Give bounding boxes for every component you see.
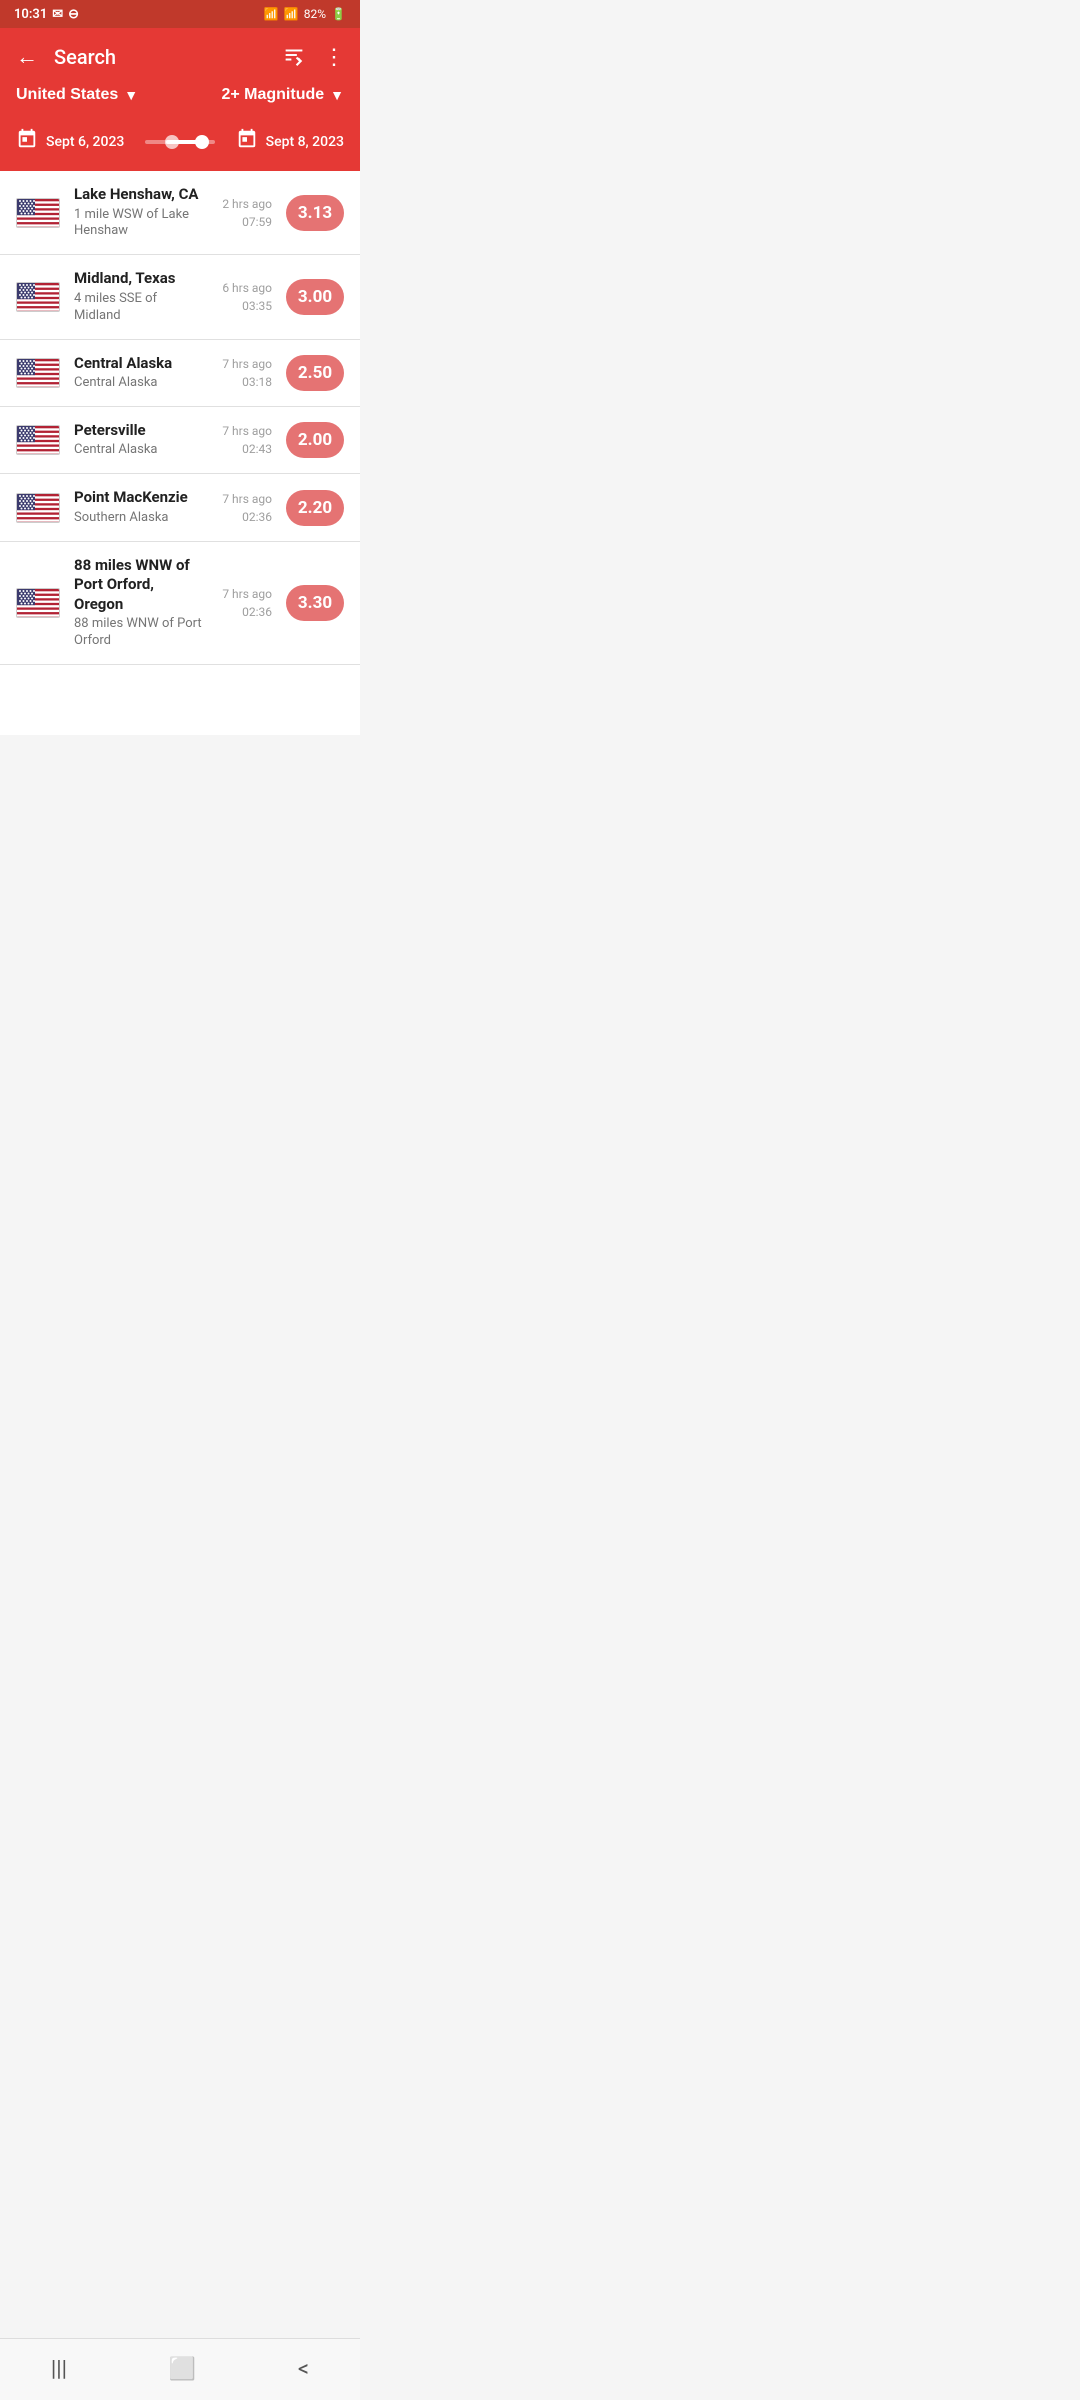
- earthquake-location: Point MacKenzie: [74, 488, 203, 508]
- list-item[interactable]: 88 miles WNW of Port Orford, Oregon 88 m…: [0, 542, 360, 665]
- earthquake-sublocation: Central Alaska: [74, 442, 203, 459]
- flag-icon: [16, 588, 60, 618]
- magnitude-filter[interactable]: 2+ Magnitude ▼: [221, 86, 344, 104]
- flag-icon: [16, 425, 60, 455]
- magnitude-badge: 3.30: [286, 585, 344, 621]
- flag-icon: [16, 358, 60, 388]
- chevron-down-icon: ▼: [330, 87, 344, 103]
- earthquake-sublocation: 4 miles SSE of Midland: [74, 291, 203, 325]
- status-time: 10:31 ✉ ⊖: [14, 7, 79, 22]
- nav-back-button[interactable]: <: [278, 2353, 329, 2386]
- earthquake-list: Lake Henshaw, CA 1 mile WSW of Lake Hens…: [0, 171, 360, 735]
- date-range-bar: Sept 6, 2023 Sept 8, 2023: [0, 118, 360, 171]
- battery-level: 82%: [304, 7, 326, 21]
- earthquake-info: Central Alaska Central Alaska: [74, 354, 203, 392]
- chevron-down-icon: ▼: [124, 87, 138, 103]
- sort-icon[interactable]: [283, 44, 305, 71]
- wifi-icon: 📶: [264, 7, 279, 21]
- status-bar: 10:31 ✉ ⊖ 📶 📶 82% 🔋: [0, 0, 360, 28]
- earthquake-time: 6 hrs ago03:35: [217, 279, 272, 315]
- list-item[interactable]: Central Alaska Central Alaska 7 hrs ago0…: [0, 340, 360, 407]
- calendar-start-icon: [16, 128, 38, 155]
- earthquake-location: Lake Henshaw, CA: [74, 185, 203, 205]
- signal-icon: 📶: [284, 7, 299, 21]
- date-range-slider[interactable]: [132, 140, 227, 144]
- earthquake-sublocation: Central Alaska: [74, 375, 203, 392]
- filter-bar: United States ▼ 2+ Magnitude ▼: [0, 86, 360, 118]
- earthquake-time: 2 hrs ago07:59: [217, 195, 272, 231]
- app-bar: ← Search ⋮: [0, 28, 360, 86]
- list-item[interactable]: Lake Henshaw, CA 1 mile WSW of Lake Hens…: [0, 171, 360, 255]
- start-date-label: Sept 6, 2023: [46, 134, 124, 150]
- earthquake-location: Petersville: [74, 421, 203, 441]
- status-icons: 📶 📶 82% 🔋: [264, 7, 346, 21]
- more-options-icon[interactable]: ⋮: [323, 45, 344, 70]
- earthquake-info: Point MacKenzie Southern Alaska: [74, 488, 203, 526]
- app-bar-actions: ⋮: [283, 44, 344, 71]
- list-item[interactable]: Midland, Texas 4 miles SSE of Midland 6 …: [0, 255, 360, 339]
- start-date[interactable]: Sept 6, 2023: [16, 128, 124, 155]
- earthquake-time: 7 hrs ago03:18: [217, 355, 272, 391]
- earthquake-location: Midland, Texas: [74, 269, 203, 289]
- country-filter[interactable]: United States ▼: [16, 86, 138, 104]
- flag-icon: [16, 493, 60, 523]
- end-date-label: Sept 8, 2023: [266, 134, 344, 150]
- bottom-navigation: ||| ⬜ <: [0, 2338, 360, 2400]
- flag-icon: [16, 282, 60, 312]
- nav-home-button[interactable]: ⬜: [149, 2353, 216, 2386]
- earthquake-sublocation: 1 mile WSW of Lake Henshaw: [74, 207, 203, 241]
- calendar-end-icon: [236, 128, 258, 155]
- back-button[interactable]: ←: [16, 44, 38, 70]
- earthquake-info: Petersville Central Alaska: [74, 421, 203, 459]
- list-item[interactable]: Petersville Central Alaska 7 hrs ago02:4…: [0, 407, 360, 474]
- end-date[interactable]: Sept 8, 2023: [236, 128, 344, 155]
- page-title: Search: [54, 45, 283, 69]
- battery-icon: 🔋: [331, 7, 346, 21]
- magnitude-badge: 2.50: [286, 355, 344, 391]
- flag-icon: [16, 198, 60, 228]
- earthquake-location: 88 miles WNW of Port Orford, Oregon: [74, 556, 203, 615]
- earthquake-info: 88 miles WNW of Port Orford, Oregon 88 m…: [74, 556, 203, 650]
- email-icon: ✉: [52, 7, 63, 22]
- list-item[interactable]: Point MacKenzie Southern Alaska 7 hrs ag…: [0, 474, 360, 541]
- earthquake-time: 7 hrs ago02:36: [217, 585, 272, 621]
- dnd-icon: ⊖: [68, 7, 79, 22]
- earthquake-sublocation: Southern Alaska: [74, 510, 203, 527]
- earthquake-sublocation: 88 miles WNW of Port Orford: [74, 616, 203, 650]
- magnitude-badge: 3.00: [286, 279, 344, 315]
- earthquake-info: Lake Henshaw, CA 1 mile WSW of Lake Hens…: [74, 185, 203, 240]
- earthquake-info: Midland, Texas 4 miles SSE of Midland: [74, 269, 203, 324]
- magnitude-badge: 3.13: [286, 195, 344, 231]
- earthquake-time: 7 hrs ago02:43: [217, 422, 272, 458]
- earthquake-location: Central Alaska: [74, 354, 203, 374]
- earthquake-time: 7 hrs ago02:36: [217, 490, 272, 526]
- magnitude-badge: 2.00: [286, 422, 344, 458]
- magnitude-badge: 2.20: [286, 490, 344, 526]
- nav-menu-button[interactable]: |||: [31, 2353, 87, 2386]
